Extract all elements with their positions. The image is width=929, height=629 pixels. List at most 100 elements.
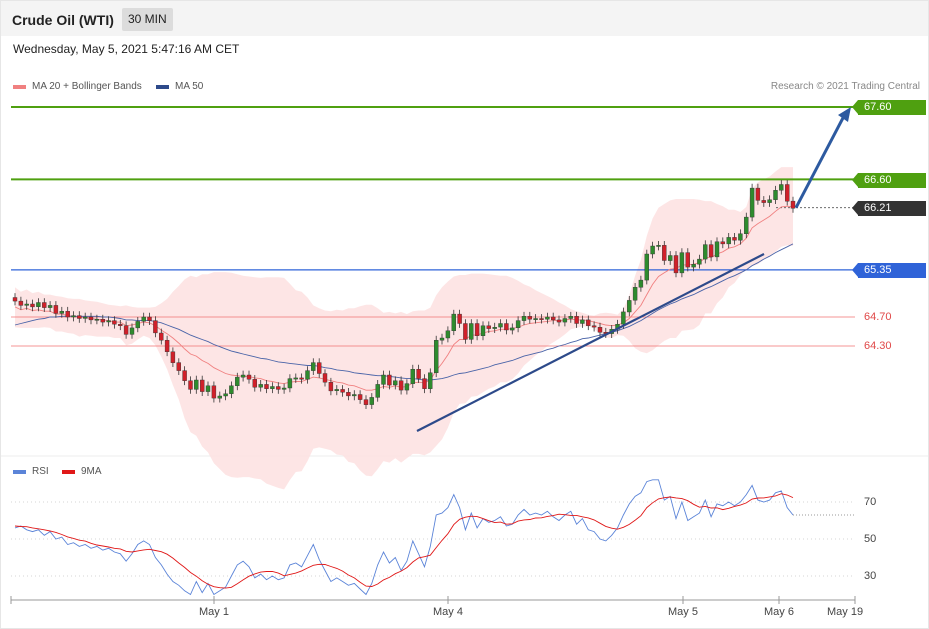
candle-bull bbox=[451, 313, 456, 332]
candle-bull bbox=[393, 380, 398, 386]
candle-bear bbox=[264, 384, 269, 389]
candle-bull bbox=[217, 395, 223, 399]
candle-bull bbox=[445, 330, 451, 339]
candle-bear bbox=[732, 237, 737, 241]
rsi-line bbox=[14, 479, 794, 596]
level-label-64-70: 64.70 bbox=[864, 311, 892, 323]
candle-bull bbox=[627, 300, 632, 313]
candle-bull bbox=[632, 287, 638, 301]
candle-bear bbox=[422, 378, 427, 389]
candle-bear bbox=[100, 319, 106, 323]
candle-bear bbox=[246, 374, 252, 380]
x-label-may-4: May 4 bbox=[433, 606, 463, 618]
candle-bull bbox=[703, 244, 708, 260]
candle-bear bbox=[597, 327, 603, 333]
candle-bear bbox=[708, 244, 714, 258]
candle-bear bbox=[486, 325, 491, 329]
candle-bear bbox=[147, 316, 152, 321]
candle-bear bbox=[363, 399, 369, 405]
candle-bull bbox=[562, 318, 568, 323]
candle-bear bbox=[755, 187, 761, 201]
candle-bear bbox=[591, 325, 597, 328]
candle-bear bbox=[252, 379, 258, 388]
candle-bear bbox=[182, 370, 187, 381]
candle-bull bbox=[738, 233, 743, 241]
candle-bear bbox=[527, 316, 532, 320]
candle-bear bbox=[539, 318, 544, 320]
candle-bear bbox=[328, 382, 334, 392]
candle-bull bbox=[668, 255, 673, 261]
candle-bear bbox=[416, 369, 421, 379]
candle-bull bbox=[498, 323, 503, 328]
candle-bear bbox=[586, 319, 591, 326]
candle-bull bbox=[311, 362, 316, 371]
candle-bull bbox=[510, 327, 515, 331]
candle-bull bbox=[697, 258, 702, 265]
candle-bull bbox=[240, 374, 246, 378]
candle-bear bbox=[504, 323, 509, 331]
candle-bear bbox=[18, 300, 24, 306]
candle-bull bbox=[714, 241, 720, 258]
candle-bear bbox=[88, 316, 94, 321]
candle-bear bbox=[12, 297, 18, 302]
candle-bear bbox=[474, 323, 480, 337]
candle-bear bbox=[322, 373, 328, 383]
candle-bear bbox=[276, 386, 281, 390]
projection-arrow-head bbox=[838, 107, 851, 122]
candle-bull bbox=[726, 237, 731, 245]
rsi-tick-70: 70 bbox=[864, 496, 877, 508]
candle-bull bbox=[381, 374, 386, 385]
candle-bull bbox=[773, 190, 778, 200]
candle-bear bbox=[176, 362, 182, 371]
candle-bear bbox=[317, 362, 322, 374]
candle-bull bbox=[515, 320, 521, 329]
candle-bull bbox=[638, 279, 644, 288]
candle-bull bbox=[375, 384, 380, 398]
candle-bull bbox=[580, 319, 585, 324]
candle-bull bbox=[533, 318, 538, 320]
x-label-may-1: May 1 bbox=[199, 606, 229, 618]
candle-bull bbox=[492, 327, 497, 329]
candle-bull bbox=[135, 321, 141, 329]
x-label-may-5: May 5 bbox=[668, 606, 698, 618]
candle-bull bbox=[82, 316, 88, 319]
candle-bear bbox=[199, 379, 205, 392]
candle-bear bbox=[662, 245, 667, 261]
candle-bull bbox=[59, 311, 64, 314]
candle-bear bbox=[53, 305, 59, 314]
candle-bull bbox=[281, 387, 287, 390]
candle-bull bbox=[428, 372, 433, 389]
candle-bear bbox=[42, 302, 47, 308]
candle-bull bbox=[480, 325, 486, 337]
rsi-tick-30: 30 bbox=[864, 570, 877, 582]
projection-arrow-shaft bbox=[794, 115, 846, 209]
candle-bear bbox=[299, 377, 304, 380]
candle-bear bbox=[30, 303, 35, 308]
candle-bear bbox=[551, 316, 556, 321]
candle-bear bbox=[77, 315, 82, 319]
candle-bull bbox=[36, 302, 41, 308]
level-label-64-30: 64.30 bbox=[864, 340, 892, 352]
candle-bear bbox=[457, 313, 462, 324]
candle-bear bbox=[112, 320, 117, 325]
candle-bull bbox=[94, 319, 100, 321]
x-axis bbox=[10, 596, 856, 604]
candle-bull bbox=[644, 253, 649, 281]
candle-bull bbox=[439, 337, 445, 341]
price-chart-svg bbox=[1, 106, 928, 604]
candle-bull bbox=[71, 315, 76, 318]
candle-bull bbox=[369, 397, 374, 405]
candle-bull bbox=[434, 340, 439, 374]
candle-bull bbox=[223, 393, 228, 397]
candle-bull bbox=[410, 369, 415, 384]
candle-bear bbox=[387, 374, 392, 386]
x-label-may-19: May 19 bbox=[827, 606, 864, 618]
x-label-may-6: May 6 bbox=[764, 606, 794, 618]
rsi-ma-line bbox=[14, 493, 794, 589]
candle-bear bbox=[574, 316, 579, 324]
candle-bull bbox=[545, 316, 550, 320]
candle-bull bbox=[744, 216, 749, 235]
candle-bear bbox=[188, 380, 193, 390]
candle-bear bbox=[340, 389, 345, 393]
candle-bull bbox=[691, 264, 696, 268]
